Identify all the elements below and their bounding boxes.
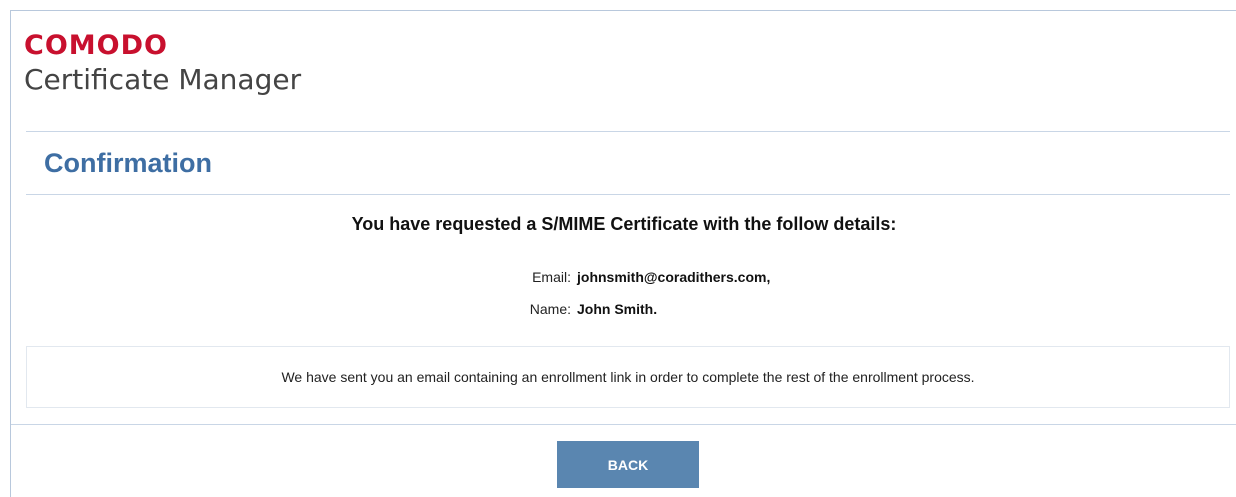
header-divider [26, 131, 1230, 132]
notice-box: We have sent you an email containing an … [26, 346, 1230, 408]
brand-name: COMODO [24, 30, 168, 61]
notice-text: We have sent you an email containing an … [281, 369, 975, 385]
name-label: Name: [529, 301, 571, 317]
product-name: Certificate Manager [24, 63, 302, 96]
request-heading: You have requested a S/MIME Certificate … [351, 214, 897, 234]
page-title: Confirmation [44, 148, 212, 178]
email-label: Email: [532, 269, 571, 285]
name-value: John Smith. [577, 301, 658, 317]
footer-divider [11, 424, 1236, 425]
comodo-logo: COMODO Certificate Manager [24, 31, 301, 97]
back-button[interactable]: BACK [557, 441, 699, 488]
email-row: Email: johnsmith@coradithers.com, [511, 269, 770, 285]
email-value: johnsmith@coradithers.com, [577, 269, 771, 285]
title-divider [26, 194, 1230, 195]
name-row: Name: John Smith. [511, 301, 657, 317]
page-frame: COMODO Certificate Manager Confirmation … [10, 10, 1236, 497]
